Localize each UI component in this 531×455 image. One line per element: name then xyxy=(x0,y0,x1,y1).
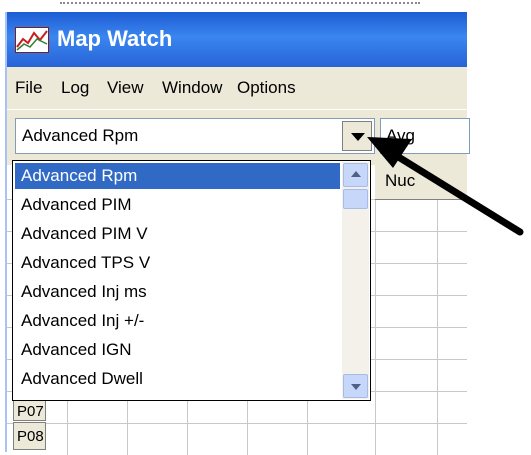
dropdown-option[interactable]: Advanced PIM xyxy=(15,192,340,218)
column-header[interactable]: Nuc xyxy=(375,165,467,200)
menu-window[interactable]: Window xyxy=(162,78,222,98)
dropdown-option[interactable]: Advanced Inj ms xyxy=(15,279,340,305)
dropdown-option-label: Advanced Inj +/- xyxy=(21,311,145,330)
mode-combobox[interactable]: Avg xyxy=(380,118,470,154)
menu-file[interactable]: File xyxy=(15,78,42,98)
cropped-heading-fragment xyxy=(408,0,488,10)
grid-line xyxy=(375,165,376,455)
row-header-label: P08 xyxy=(17,428,44,445)
parameter-combobox-value: Advanced Rpm xyxy=(22,126,139,145)
menu-log[interactable]: Log xyxy=(61,78,89,98)
mode-combobox-value: Avg xyxy=(386,126,415,145)
menu-view[interactable]: View xyxy=(107,78,144,98)
grid-line xyxy=(437,165,438,455)
grid-line xyxy=(7,423,467,424)
dropdown-button[interactable] xyxy=(342,121,372,151)
column-header-label: Nuc xyxy=(385,171,416,190)
parameter-dropdown-list: Advanced Rpm Advanced PIM Advanced PIM V… xyxy=(12,160,371,401)
dropdown-option[interactable]: Advanced Inj +/- xyxy=(15,308,340,334)
dropdown-option[interactable]: Advanced PIM V xyxy=(15,221,340,247)
dotted-line xyxy=(60,2,420,6)
scroll-up-button[interactable] xyxy=(343,163,368,187)
cropped-heading xyxy=(0,0,531,12)
chevron-down-icon xyxy=(351,384,361,390)
chevron-down-icon xyxy=(351,133,365,141)
window-title: Map Watch xyxy=(57,26,173,51)
row-header-label: P07 xyxy=(17,403,44,420)
dropdown-option-label: Advanced Rpm xyxy=(21,166,138,185)
scroll-thumb[interactable] xyxy=(343,189,368,209)
scroll-down-button[interactable] xyxy=(343,374,368,398)
parameter-combobox[interactable]: Advanced Rpm xyxy=(15,118,375,154)
dropdown-option-label: Advanced PIM xyxy=(21,195,132,214)
dropdown-option-label: Advanced IGN xyxy=(21,340,132,359)
title-bar[interactable]: Map Watch xyxy=(7,12,467,67)
dropdown-option[interactable]: Advanced Dwell xyxy=(15,366,340,392)
dropdown-scrollbar[interactable] xyxy=(342,162,369,399)
chevron-up-icon xyxy=(351,171,361,177)
app-chart-icon xyxy=(15,27,49,53)
dropdown-option-label: Advanced PIM V xyxy=(21,224,148,243)
dropdown-option-label: Advanced Dwell xyxy=(21,369,143,388)
dropdown-option[interactable]: Advanced IGN xyxy=(15,337,340,363)
dropdown-option-label: Advanced TPS V xyxy=(21,253,151,272)
dropdown-option-label: Advanced Inj ms xyxy=(21,282,147,301)
dropdown-option[interactable]: Advanced TPS V xyxy=(15,250,340,276)
menu-options[interactable]: Options xyxy=(237,78,296,98)
row-header[interactable]: P08 xyxy=(13,422,46,450)
menu-bar: File Log View Window Options xyxy=(7,67,467,109)
toolbar: Advanced Rpm Avg xyxy=(7,109,470,166)
dropdown-option[interactable]: Advanced Rpm xyxy=(15,163,340,189)
